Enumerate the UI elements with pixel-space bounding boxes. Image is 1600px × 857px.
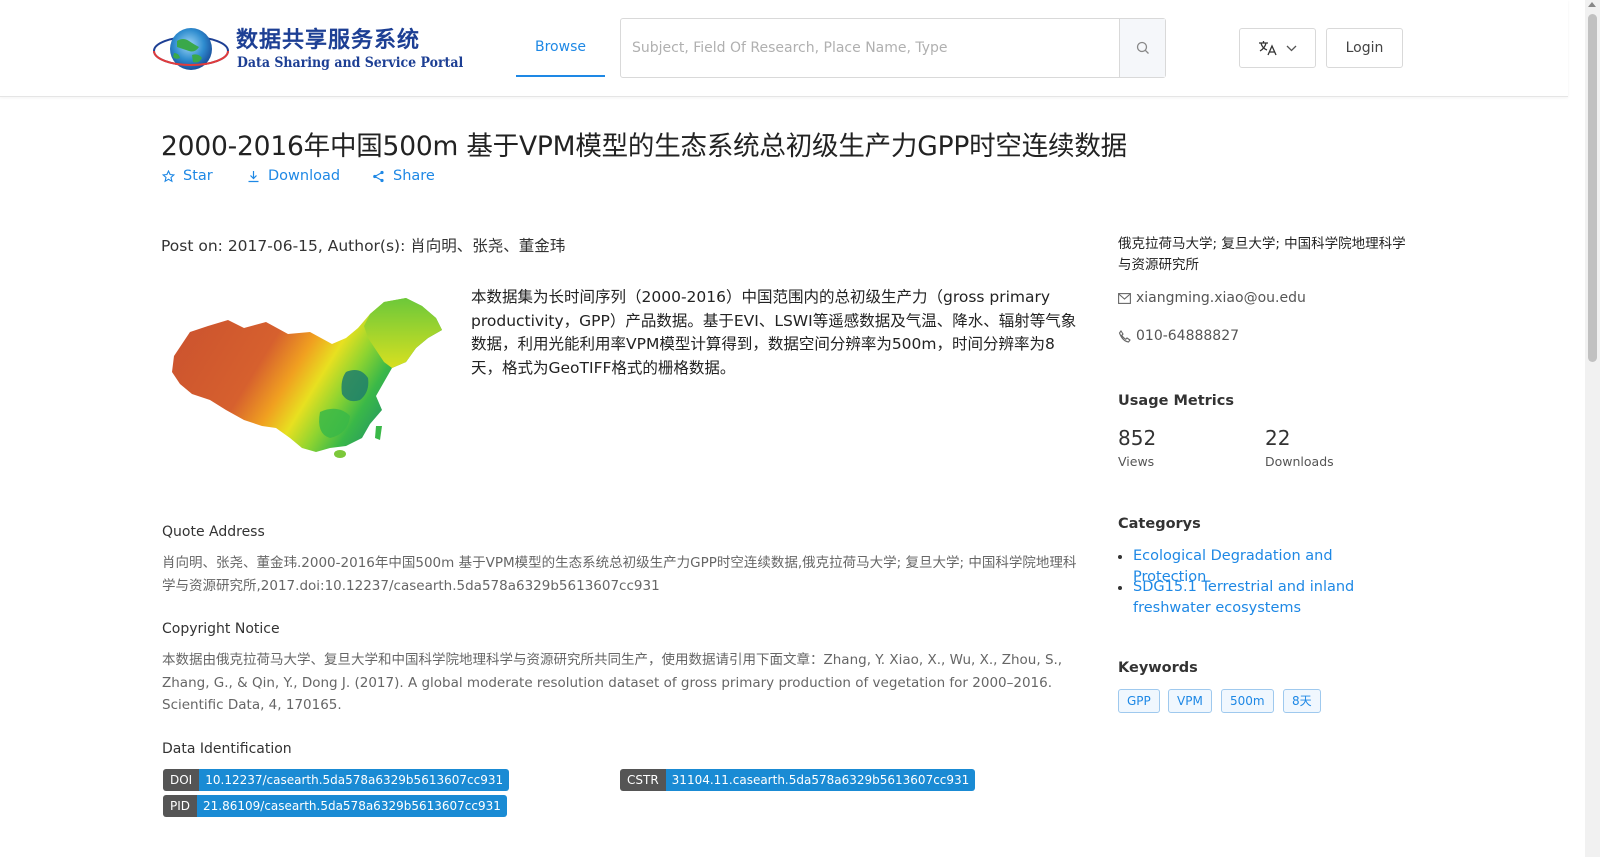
downloads-label: Downloads (1265, 454, 1334, 469)
phone-icon (1118, 329, 1131, 343)
logo-english-text: Data Sharing and Service Portal (237, 55, 464, 71)
keyword-tag[interactable]: GPP (1118, 689, 1160, 713)
star-button[interactable]: Star (162, 168, 213, 184)
top-header: 数据共享服务系统 Data Sharing and Service Portal… (0, 0, 1568, 97)
search-button[interactable] (1119, 19, 1165, 77)
share-button[interactable]: Share (372, 168, 435, 184)
category-item[interactable]: SDG15.1 Terrestrial and inland freshwate… (1118, 577, 1403, 619)
share-icon (373, 170, 384, 182)
keyword-tag[interactable]: 8天 (1283, 689, 1321, 713)
doi-key: DOI (163, 769, 200, 791)
chevron-down-icon (1286, 45, 1297, 51)
data-identification-label: Data Identification (162, 741, 292, 757)
download-icon (248, 170, 259, 182)
keyword-tag[interactable]: 500m (1221, 689, 1274, 713)
quote-address-text: 肖向明、张尧、董金玮.2000-2016年中国500m 基于VPM模型的生态系统… (162, 555, 1077, 594)
star-icon (162, 169, 175, 182)
site-logo[interactable]: 数据共享服务系统 Data Sharing and Service Portal (152, 20, 463, 78)
language-dropdown[interactable] (1239, 28, 1316, 68)
usage-metrics-heading: Usage Metrics (1118, 393, 1234, 409)
doi-badge[interactable]: DOI 10.12237/casearth.5da578a6329b561360… (163, 769, 510, 791)
doi-value: 10.12237/casearth.5da578a6329b5613607cc9… (199, 769, 510, 791)
star-label: Star (183, 168, 213, 184)
translate-icon (1259, 41, 1277, 56)
post-info: Post on: 2017-06-15, Author(s): 肖向明、张尧、董… (161, 237, 566, 255)
email-text: xiangming.xiao@ou.edu (1136, 290, 1306, 306)
dataset-title: 2000-2016年中国500m 基于VPM模型的生态系统总初级生产力GPP时空… (161, 131, 1127, 162)
dataset-description: 本数据集为长时间序列（2000-2016）中国范围内的总初级生产力（gross … (471, 288, 1077, 377)
search-input[interactable] (621, 19, 1120, 77)
copyright-label: Copyright Notice (162, 621, 280, 637)
download-button[interactable]: Download (247, 168, 340, 184)
quote-address-label: Quote Address (162, 524, 265, 540)
pid-key: PID (163, 795, 198, 817)
cstr-badge[interactable]: CSTR 31104.11.casearth.5da578a6329b56136… (620, 769, 976, 791)
search-icon (1136, 41, 1149, 54)
share-label: Share (393, 168, 435, 184)
scroll-up-arrow-icon[interactable] (1588, 2, 1596, 7)
cstr-key: CSTR (620, 769, 666, 791)
keywords-heading: Keywords (1118, 660, 1198, 676)
pid-value: 21.86109/casearth.5da578a6329b5613607cc9… (197, 795, 507, 817)
categories-heading: Categorys (1118, 516, 1201, 532)
scrollbar-thumb[interactable] (1588, 14, 1597, 362)
pid-badge[interactable]: PID 21.86109/casearth.5da578a6329b561360… (163, 795, 507, 817)
download-label: Download (268, 168, 341, 184)
views-count: 852 (1118, 426, 1157, 450)
organization-list: 俄克拉荷马大学; 复旦大学; 中国科学院地理科学与资源研究所 (1118, 236, 1406, 273)
phone-contact: 010-64888827 (1118, 328, 1239, 344)
page-scrollbar[interactable] (1585, 0, 1600, 857)
china-gpp-map-image (172, 298, 442, 458)
downloads-count: 22 (1265, 426, 1291, 450)
globe-logo-icon (153, 28, 229, 70)
keyword-tag[interactable]: VPM (1168, 689, 1212, 713)
nav-browse-tab[interactable]: Browse (516, 19, 605, 77)
cstr-value: 31104.11.casearth.5da578a6329b5613607cc9… (665, 769, 976, 791)
copyright-text: 本数据由俄克拉荷马大学、复旦大学和中国科学院地理科学与资源研究所共同生产，使用数… (162, 652, 1063, 713)
phone-text: 010-64888827 (1136, 328, 1240, 344)
login-button[interactable]: Login (1326, 28, 1403, 68)
search-box (620, 18, 1166, 78)
logo-chinese-text: 数据共享服务系统 (236, 28, 421, 53)
email-contact[interactable]: xiangming.xiao@ou.edu (1118, 290, 1306, 306)
views-label: Views (1118, 454, 1155, 469)
mail-icon (1118, 292, 1131, 304)
